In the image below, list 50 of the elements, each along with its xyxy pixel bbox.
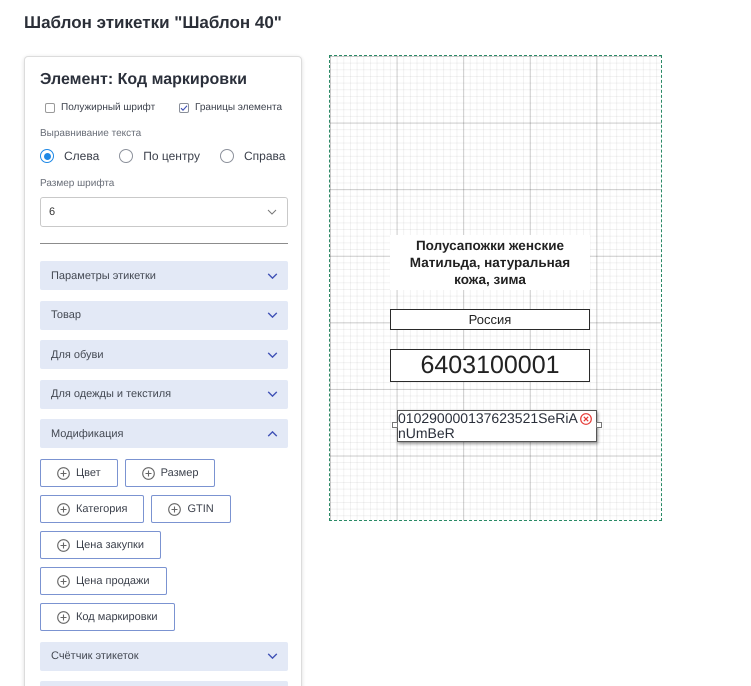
chevron-down-icon xyxy=(267,312,278,318)
accordion-header[interactable]: Для одежды и текстиля xyxy=(40,380,288,408)
close-icon[interactable] xyxy=(580,413,592,425)
plus-circle-icon xyxy=(168,502,182,516)
field-label: Выравнивание текста xyxy=(40,127,142,141)
checkbox-label[interactable]: Границы элемента xyxy=(195,101,282,115)
radio-label[interactable]: По центру xyxy=(143,148,200,164)
page-title: Шаблон этикетки "Шаблон 40" xyxy=(24,13,282,33)
selected-text-box[interactable]: 010290000137623521SeRiAnUmBeR xyxy=(397,410,597,442)
radio-label[interactable]: Справа xyxy=(244,148,286,164)
checkbox-label[interactable]: Полужирный шрифт xyxy=(61,101,156,115)
chevron-down-icon xyxy=(267,272,278,278)
text-box: Россия xyxy=(390,309,590,330)
chevron-down-icon xyxy=(267,391,278,397)
chevron-down-icon xyxy=(267,653,278,659)
add-field-button[interactable]: Код маркировки xyxy=(40,603,175,631)
add-field-button[interactable]: Цена закупки xyxy=(40,531,162,559)
code-text: 010290000137623521SeRiAnUmBeR xyxy=(398,411,579,441)
add-field-button[interactable]: Цена продажи xyxy=(40,567,166,595)
checkbox[interactable] xyxy=(45,103,55,113)
chevron-down-icon xyxy=(267,352,278,358)
accordion-header[interactable]: Счётчик этикеток xyxy=(40,642,288,670)
plus-circle-icon xyxy=(142,466,155,480)
radio-button[interactable] xyxy=(40,149,54,163)
plus-circle-icon xyxy=(57,610,70,624)
radio-label[interactable]: Слева xyxy=(64,148,100,164)
text-box: 6403100001 xyxy=(390,349,590,382)
radio-button[interactable] xyxy=(119,149,134,163)
accordion-header[interactable]: Для обуви xyxy=(40,340,288,369)
accordion-header[interactable]: Параметры этикетки xyxy=(40,261,288,290)
resize-handle[interactable] xyxy=(596,422,602,428)
add-field-button[interactable]: Размер xyxy=(124,459,216,487)
add-field-button[interactable]: Цвет xyxy=(40,459,118,487)
resize-handle[interactable] xyxy=(392,422,398,428)
plus-circle-icon xyxy=(57,574,70,588)
field-label: Размер шрифта xyxy=(40,177,114,191)
accordion-header[interactable]: Товар xyxy=(40,300,288,330)
accordion-header[interactable]: Модификация xyxy=(40,419,288,448)
text-block: Полусапожки женские Матильда, натуральная кожа, зима xyxy=(390,235,590,290)
radio-button[interactable] xyxy=(220,149,234,163)
chevron-up-icon xyxy=(267,430,278,436)
plus-circle-icon xyxy=(57,538,70,552)
chevron-down-icon xyxy=(267,209,277,215)
plus-circle-icon xyxy=(57,502,70,516)
plus-circle-icon xyxy=(57,466,70,480)
checkbox[interactable] xyxy=(179,103,189,113)
add-field-button[interactable]: GTIN xyxy=(151,495,231,523)
add-field-button[interactable]: Категория xyxy=(40,495,144,523)
font-size-select[interactable]: 6 xyxy=(40,197,288,227)
panel-title: Элемент: Код маркировки xyxy=(40,70,247,90)
